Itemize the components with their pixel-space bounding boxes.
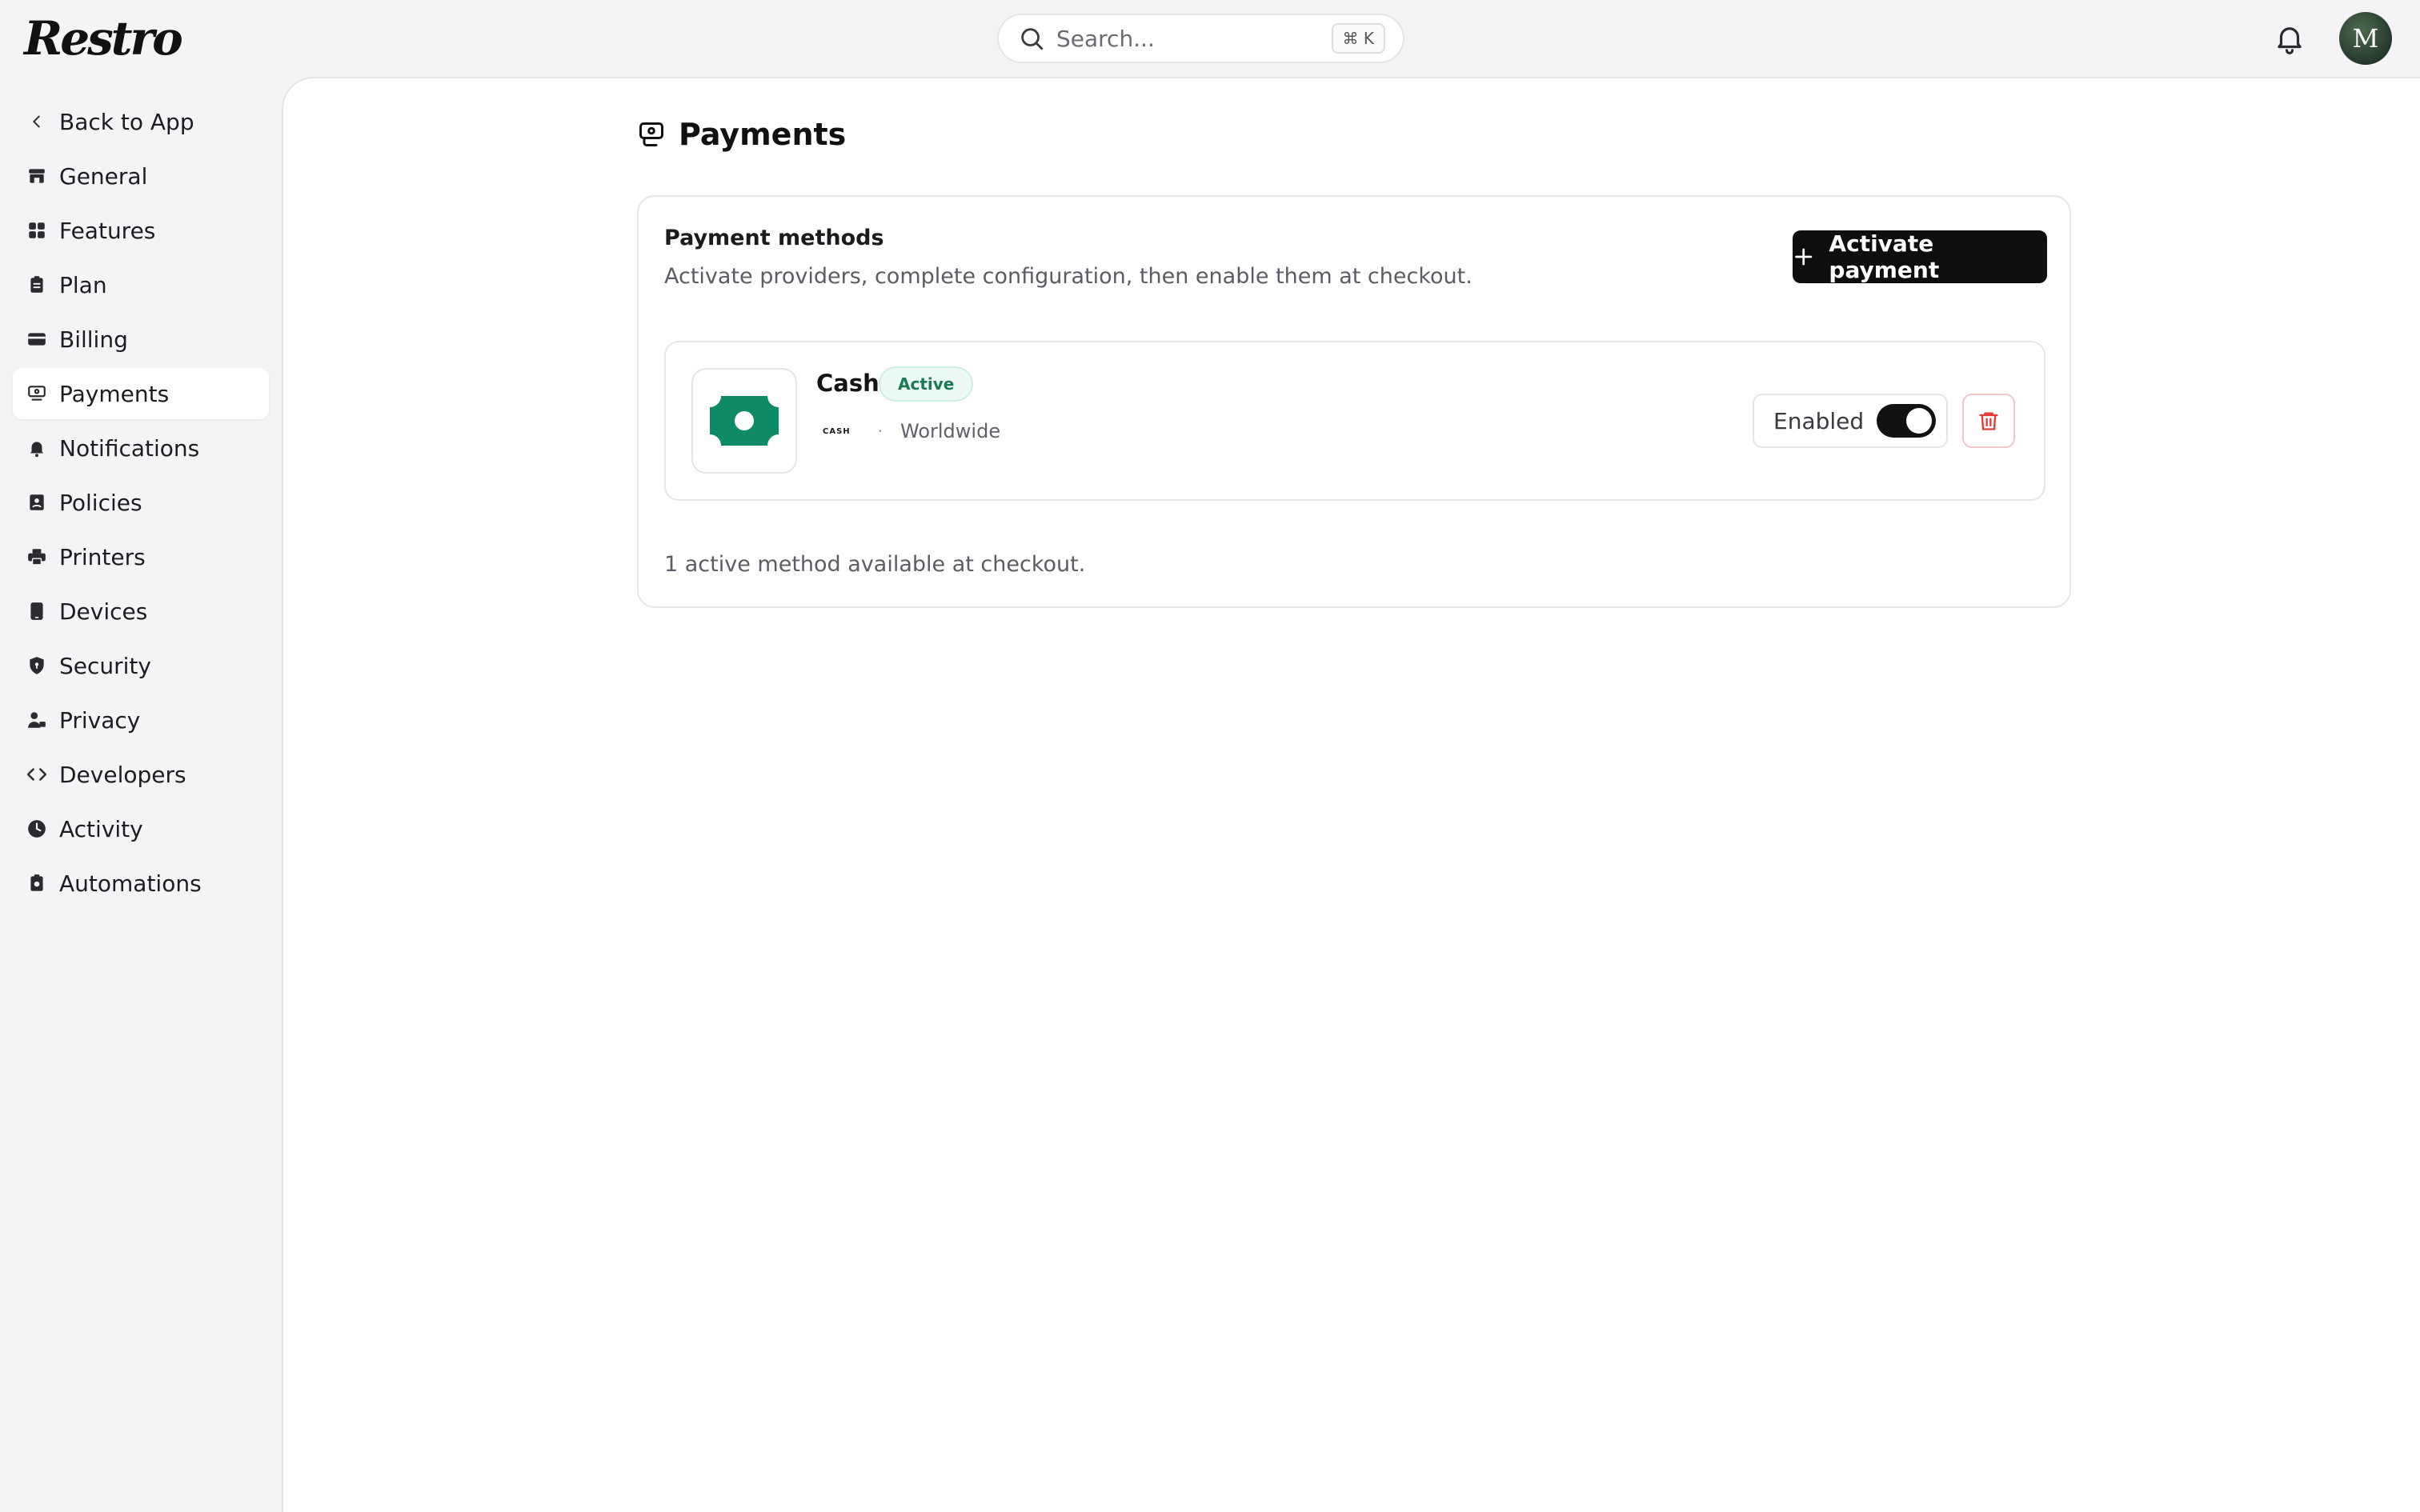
activate-payment-label: Activate payment	[1829, 230, 1940, 283]
enabled-control[interactable]: Enabled	[1753, 394, 1948, 448]
enabled-toggle[interactable]	[1877, 404, 1937, 438]
sidebar-item-label: Policies	[59, 489, 142, 516]
sidebar-item-label: Features	[59, 217, 156, 244]
sidebar-item-label: Privacy	[59, 706, 141, 734]
notifications-bell-icon[interactable]	[2273, 21, 2306, 56]
card-footer: 1 active method available at checkout.	[664, 552, 1086, 577]
printer-icon	[26, 546, 48, 568]
search-icon	[1021, 28, 1044, 50]
sidebar-item-policies[interactable]: Policies	[13, 477, 269, 528]
shield-icon	[26, 654, 48, 677]
grid-icon	[26, 219, 48, 242]
app-logo[interactable]: Restro	[24, 6, 183, 70]
sidebar-item-label: Security	[59, 652, 151, 679]
activate-payment-button[interactable]: Activate payment	[1793, 230, 2047, 283]
clock-icon	[26, 818, 48, 840]
store-icon	[26, 165, 48, 187]
automation-icon	[26, 872, 48, 894]
sidebar-item-label: Plan	[59, 271, 107, 298]
user-lock-icon	[26, 709, 48, 731]
tablet-icon	[26, 600, 48, 622]
sidebar-item-label: Back to App	[59, 108, 194, 135]
search-input[interactable]: Search...	[1056, 26, 1332, 52]
enabled-label: Enabled	[1773, 407, 1865, 434]
sidebar-item-label: Activity	[59, 815, 143, 842]
meta-separator: ·	[877, 422, 883, 441]
bell-icon	[26, 437, 48, 459]
sidebar-item-label: General	[59, 162, 148, 190]
card-subtitle: Activate providers, complete configurati…	[664, 264, 1472, 289]
credit-card-icon	[26, 328, 48, 350]
sidebar-item-automations[interactable]: Automations	[13, 858, 269, 909]
avatar[interactable]: M	[2339, 12, 2392, 65]
method-meta: CASH · Worldwide	[823, 419, 1000, 443]
sidebar-item-privacy[interactable]: Privacy	[13, 694, 269, 746]
sidebar-item-developers[interactable]: Developers	[13, 749, 269, 800]
page-title: Payments	[637, 112, 846, 157]
toggle-knob	[1906, 408, 1933, 434]
method-tag: CASH	[823, 426, 851, 436]
search-shortcut: ⌘ K	[1331, 23, 1385, 54]
search-bar[interactable]: Search... ⌘ K	[997, 14, 1404, 63]
sidebar-item-label: Devices	[59, 598, 148, 625]
top-bar: Restro Search... ⌘ K M	[0, 0, 2420, 77]
clipboard-icon	[26, 274, 48, 296]
method-icon-box	[691, 368, 797, 474]
sidebar-item-printers[interactable]: Printers	[13, 531, 269, 582]
payment-method-row: Cash Active CASH · Worldwide Enabled	[664, 341, 2045, 501]
code-icon	[26, 763, 48, 786]
sidebar-item-plan[interactable]: Plan	[13, 259, 269, 310]
status-badge: Active	[879, 366, 974, 402]
sidebar-item-devices[interactable]: Devices	[13, 586, 269, 637]
banknote-icon	[710, 396, 779, 446]
payment-methods-card: Payment methods Activate providers, comp…	[637, 195, 2071, 608]
payments-icon	[26, 382, 48, 405]
sidebar-item-general[interactable]: General	[13, 150, 269, 202]
sidebar-item-notifications[interactable]: Notifications	[13, 422, 269, 474]
sidebar-item-security[interactable]: Security	[13, 640, 269, 691]
sidebar-item-features[interactable]: Features	[13, 205, 269, 256]
page-title-text: Payments	[679, 117, 847, 152]
plus-icon	[1795, 248, 1813, 266]
method-name: Cash	[816, 370, 879, 397]
sidebar-item-back-to-app[interactable]: Back to App	[13, 96, 269, 147]
sidebar-item-label: Developers	[59, 761, 186, 788]
main-content: Payments Payment methods Activate provid…	[282, 77, 2420, 1512]
delete-method-button[interactable]	[1962, 394, 2015, 448]
sidebar-item-label: Billing	[59, 326, 128, 353]
payments-icon	[639, 122, 663, 146]
sidebar-item-billing[interactable]: Billing	[13, 314, 269, 365]
card-title: Payment methods	[664, 226, 884, 250]
chevron-left-icon	[26, 110, 48, 133]
sidebar-item-label: Printers	[59, 543, 146, 570]
policy-icon	[26, 491, 48, 514]
sidebar-item-label: Notifications	[59, 434, 200, 462]
sidebar-item-label: Payments	[59, 380, 170, 407]
method-region: Worldwide	[900, 420, 1001, 442]
trash-icon	[1979, 412, 1998, 430]
sidebar: Back to App General Features Plan Billin…	[0, 77, 282, 1512]
sidebar-item-activity[interactable]: Activity	[13, 803, 269, 854]
sidebar-item-label: Automations	[59, 870, 202, 897]
sidebar-item-payments[interactable]: Payments	[13, 368, 269, 419]
